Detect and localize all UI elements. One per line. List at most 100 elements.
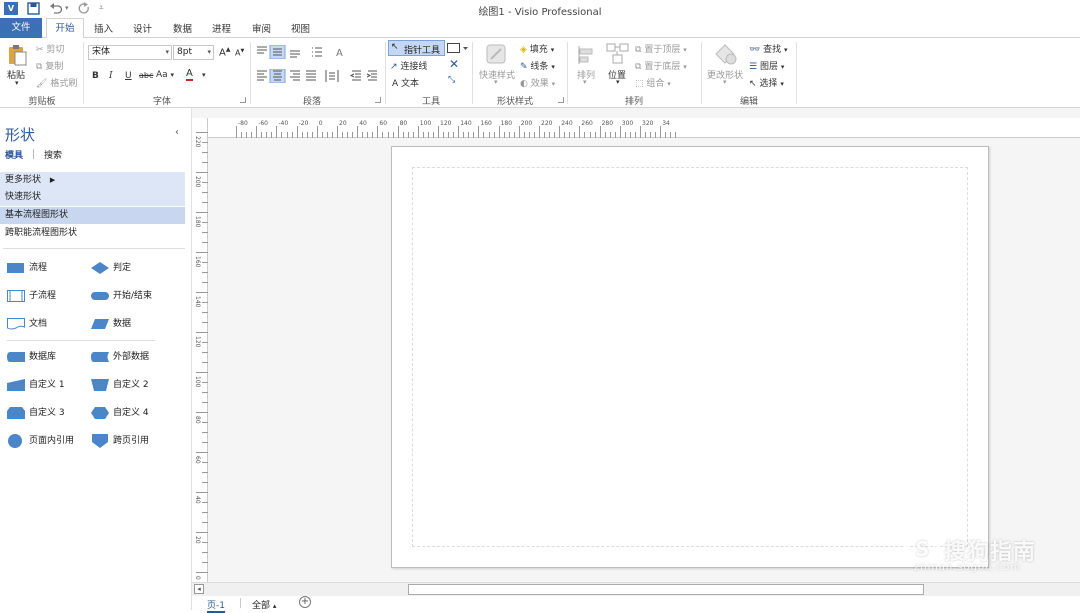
send-to-back-button[interactable]: ⧉ 置于底层 ▾ <box>635 59 687 72</box>
horizontal-ruler[interactable]: -80 -60 -40 -20 0 20 40 60 80 100 120 140 160 180 200 2… <box>208 118 1080 138</box>
font-color-dropdown-icon[interactable]: ▾ <box>202 71 206 79</box>
tab-file[interactable]: 文件 <box>0 18 42 38</box>
stencil-shape-document[interactable]: 文档 <box>7 316 77 332</box>
collapse-panel-icon[interactable]: ‹ <box>175 127 179 138</box>
drawing-page[interactable] <box>391 146 989 568</box>
bold-button[interactable]: B <box>92 71 99 81</box>
quick-styles-icon[interactable] <box>485 43 509 67</box>
text-icon: A <box>392 79 399 89</box>
tab-process[interactable]: 进程 <box>212 21 231 35</box>
stencil-shape-custom-3[interactable]: 自定义 3 <box>7 405 77 421</box>
paste-icon[interactable] <box>7 44 27 66</box>
align-right-icon[interactable] <box>290 70 300 81</box>
rectangle-tool-icon[interactable] <box>447 43 469 54</box>
category-quick-shapes[interactable]: 快速形状 <box>0 189 185 206</box>
pointer-tool-button[interactable]: ↖ 指针工具 <box>388 40 445 56</box>
chevron-down-icon[interactable]: ▾ <box>494 78 498 86</box>
group-button[interactable]: ⬚ 组合 ▾ <box>635 76 671 89</box>
cut-button[interactable]: ✂ 剪切 <box>36 42 64 56</box>
shrink-font-button[interactable]: A▼ <box>235 48 244 58</box>
vertical-ruler[interactable]: 220 200 180 160 140 120 100 80 60 40 20 0 <box>192 118 208 588</box>
align-bottom-icon[interactable] <box>290 50 300 58</box>
paragraph-dialog-launcher-icon[interactable] <box>375 97 381 103</box>
font-name-select[interactable]: 宋体 ▾ <box>88 45 172 60</box>
stencil-shape-off-page-reference[interactable]: 跨页引用 <box>91 433 171 449</box>
stencil-shape-database[interactable]: 数据库 <box>7 349 77 365</box>
category-cross-functional[interactable]: 跨职能流程图形状 <box>0 225 185 242</box>
position-icon[interactable] <box>606 43 630 65</box>
layers-button[interactable]: ☰ 图层 ▾ <box>749 59 784 72</box>
align-shapes-icon[interactable] <box>576 45 596 65</box>
ruler-label: 20 <box>339 120 347 127</box>
grow-font-button[interactable]: A▲ <box>219 46 230 58</box>
ruler-label: 200 <box>520 120 533 127</box>
scroll-left-icon[interactable]: ◂ <box>194 584 204 594</box>
find-button[interactable]: 👓 查找 ▾ <box>749 42 788 55</box>
stencil-shape-subprocess[interactable]: 子流程 <box>7 288 77 304</box>
stencil-shape-custom-1[interactable]: 自定义 1 <box>7 377 77 393</box>
stencil-shape-process[interactable]: 流程 <box>7 260 77 276</box>
line-button[interactable]: ✎ 线条 ▾ <box>520 59 555 72</box>
align-top-icon[interactable] <box>257 46 267 54</box>
tab-design[interactable]: 设计 <box>133 21 152 35</box>
tab-home[interactable]: 开始 <box>46 18 84 39</box>
stencil-shape-decision[interactable]: 判定 <box>91 260 161 276</box>
select-button[interactable]: ↖ 选择 ▾ <box>749 76 784 89</box>
distribute-icon[interactable] <box>325 70 339 82</box>
change-case-button[interactable]: Aa ▾ <box>156 70 174 80</box>
bring-to-front-button[interactable]: ⧉ 置于顶层 ▾ <box>635 42 687 55</box>
copy-button[interactable]: ⧉ 复制 <box>36 59 63 73</box>
font-color-button[interactable]: A <box>186 69 193 81</box>
font-dialog-launcher-icon[interactable] <box>240 97 246 103</box>
change-shape-icon[interactable] <box>713 42 739 66</box>
bullets-icon[interactable] <box>312 47 322 57</box>
decrease-indent-icon[interactable] <box>349 70 361 81</box>
format-painter-button[interactable]: 🖌 格式刷 <box>36 76 77 90</box>
stencil-shape-custom-2[interactable]: 自定义 2 <box>91 377 161 393</box>
all-pages-button[interactable]: 全部 ▴ <box>252 598 276 611</box>
drawing-canvas[interactable]: -80 -60 -40 -20 0 20 40 60 80 100 120 140 160 180 200 2… <box>192 108 1080 613</box>
connector-icon: ↗ <box>390 62 398 72</box>
chevron-down-icon[interactable]: ▾ <box>616 78 620 86</box>
text-tool-button[interactable]: A 文本 <box>392 76 419 89</box>
effects-button[interactable]: ◐ 效果 ▾ <box>520 76 555 89</box>
connection-point-icon[interactable]: ⤡ <box>448 75 455 85</box>
add-page-button[interactable]: + <box>299 596 311 608</box>
font-size-select[interactable]: 8pt ▾ <box>173 45 214 60</box>
stencil-shape-start-end[interactable]: 开始/结束 <box>91 288 171 304</box>
tab-search[interactable]: 搜索 <box>44 148 62 161</box>
horizontal-scrollbar[interactable]: ◂ <box>192 582 1080 596</box>
stencil-shape-on-page-reference[interactable]: 页面内引用 <box>7 433 87 449</box>
connector-tool-button[interactable]: ↗ 连接线 <box>390 59 427 72</box>
close-icon[interactable]: ✕ <box>449 57 459 71</box>
chevron-down-icon[interactable]: ▾ <box>723 78 727 86</box>
paste-dropdown-icon[interactable]: ▾ <box>15 79 19 87</box>
align-left-icon[interactable] <box>257 70 267 81</box>
ruler-tick <box>321 132 323 138</box>
underline-button[interactable]: U <box>125 71 132 81</box>
category-more-shapes[interactable]: 更多形状 ▶ <box>0 172 185 189</box>
tab-stencils[interactable]: 模具 <box>5 148 23 161</box>
fill-button[interactable]: ◈ 填充 ▾ <box>520 42 554 55</box>
tab-view[interactable]: 视图 <box>291 21 310 35</box>
justify-icon[interactable] <box>306 70 316 81</box>
category-basic-flowchart[interactable]: 基本流程图形状 <box>0 207 185 224</box>
strikethrough-button[interactable]: abc <box>139 71 153 80</box>
shape-styles-dialog-launcher-icon[interactable] <box>558 97 564 103</box>
stencil-shape-external-data[interactable]: 外部数据 <box>91 349 171 365</box>
italic-button[interactable]: I <box>109 71 113 81</box>
chevron-down-icon[interactable]: ▾ <box>583 78 587 86</box>
increase-indent-icon[interactable] <box>366 70 377 81</box>
tab-data[interactable]: 数据 <box>173 21 192 35</box>
watermark-url: zhinan.sogou.com <box>914 562 1022 573</box>
tab-review[interactable]: 审阅 <box>252 21 271 35</box>
scrollbar-thumb[interactable] <box>408 584 924 595</box>
text-direction-icon[interactable]: A <box>336 48 343 59</box>
stencil-shape-custom-4[interactable]: 自定义 4 <box>91 405 161 421</box>
stencil-shape-data[interactable]: 数据 <box>91 316 161 332</box>
page-tab-1[interactable]: 页-1 <box>207 598 225 613</box>
decision-shape-icon <box>91 262 109 274</box>
ruler-label: 140 <box>460 120 472 127</box>
ruler-tick <box>675 132 677 138</box>
tab-insert[interactable]: 插入 <box>94 21 113 35</box>
